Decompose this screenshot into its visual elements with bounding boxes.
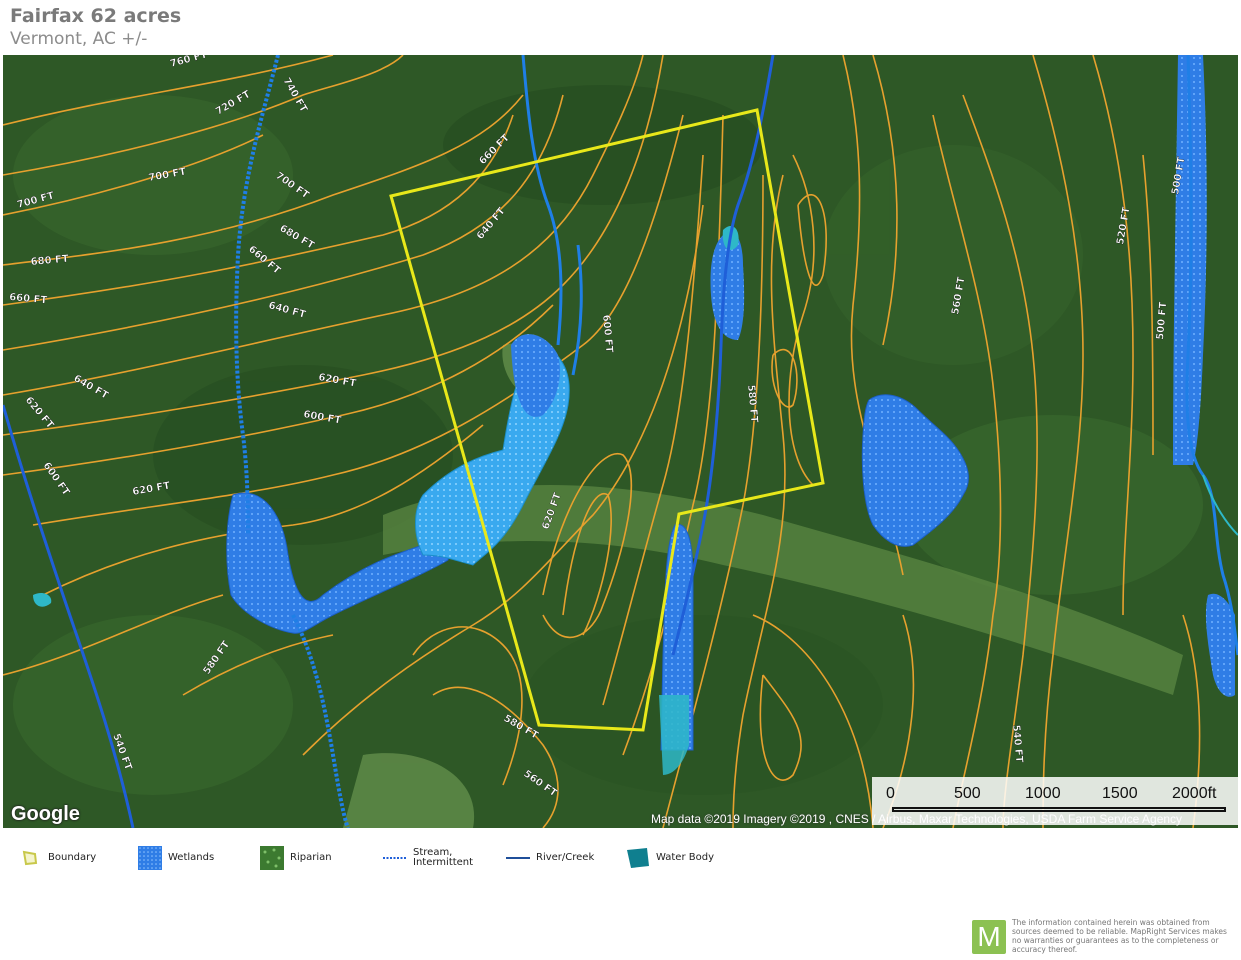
legend-item-stream: Stream, Intermittent	[383, 843, 473, 873]
legend-label: Wetlands	[168, 852, 215, 863]
legend-item-river: River/Creek	[506, 843, 594, 873]
disclaimer-text: The information contained herein was obt…	[1012, 918, 1227, 954]
map-view[interactable]: 760 FT 740 FT 720 FT 700 FT 700 FT 700 F…	[3, 55, 1238, 828]
map-title: Fairfax 62 acres	[10, 5, 182, 27]
riparian-icon	[260, 846, 284, 870]
legend-label: Water Body	[656, 852, 714, 863]
scale-bar: 0 500 1000 1500 2000ft	[872, 777, 1238, 825]
map-subtitle: Vermont, AC +/-	[10, 29, 148, 49]
legend-item-wetlands: Wetlands	[138, 843, 214, 873]
river-icon	[506, 846, 530, 870]
scale-label: 500	[954, 785, 981, 802]
scale-line	[892, 807, 1226, 812]
scale-label: 1000	[1025, 785, 1061, 802]
disclaimer: M The information contained herein was o…	[972, 916, 1234, 956]
legend-item-boundary: Boundary	[18, 843, 96, 873]
legend-label-group: Stream, Intermittent	[413, 848, 473, 868]
map-header: Fairfax 62 acres Vermont, AC +/-	[10, 4, 181, 50]
scale-label: 2000ft	[1172, 785, 1217, 802]
water-body-icon	[626, 846, 650, 870]
stream-icon	[383, 846, 407, 870]
legend-label: Riparian	[290, 852, 332, 863]
legend-label: Intermittent	[413, 857, 474, 868]
mapright-logo: M	[972, 920, 1006, 954]
map-canvas[interactable]: 760 FT 740 FT 720 FT 700 FT 700 FT 700 F…	[3, 55, 1238, 828]
legend-label: Boundary	[48, 852, 97, 863]
scale-label: 1500	[1102, 785, 1138, 802]
google-logo: Google	[11, 803, 80, 825]
scale-label: 0	[886, 785, 895, 802]
map-legend: Boundary Wetlands Riparian Stream, Inter…	[18, 843, 778, 873]
boundary-icon	[18, 846, 42, 870]
legend-item-riparian: Riparian	[260, 843, 332, 873]
legend-item-water-body: Water Body	[626, 843, 714, 873]
legend-label: River/Creek	[536, 852, 595, 863]
wetlands-icon	[138, 846, 162, 870]
